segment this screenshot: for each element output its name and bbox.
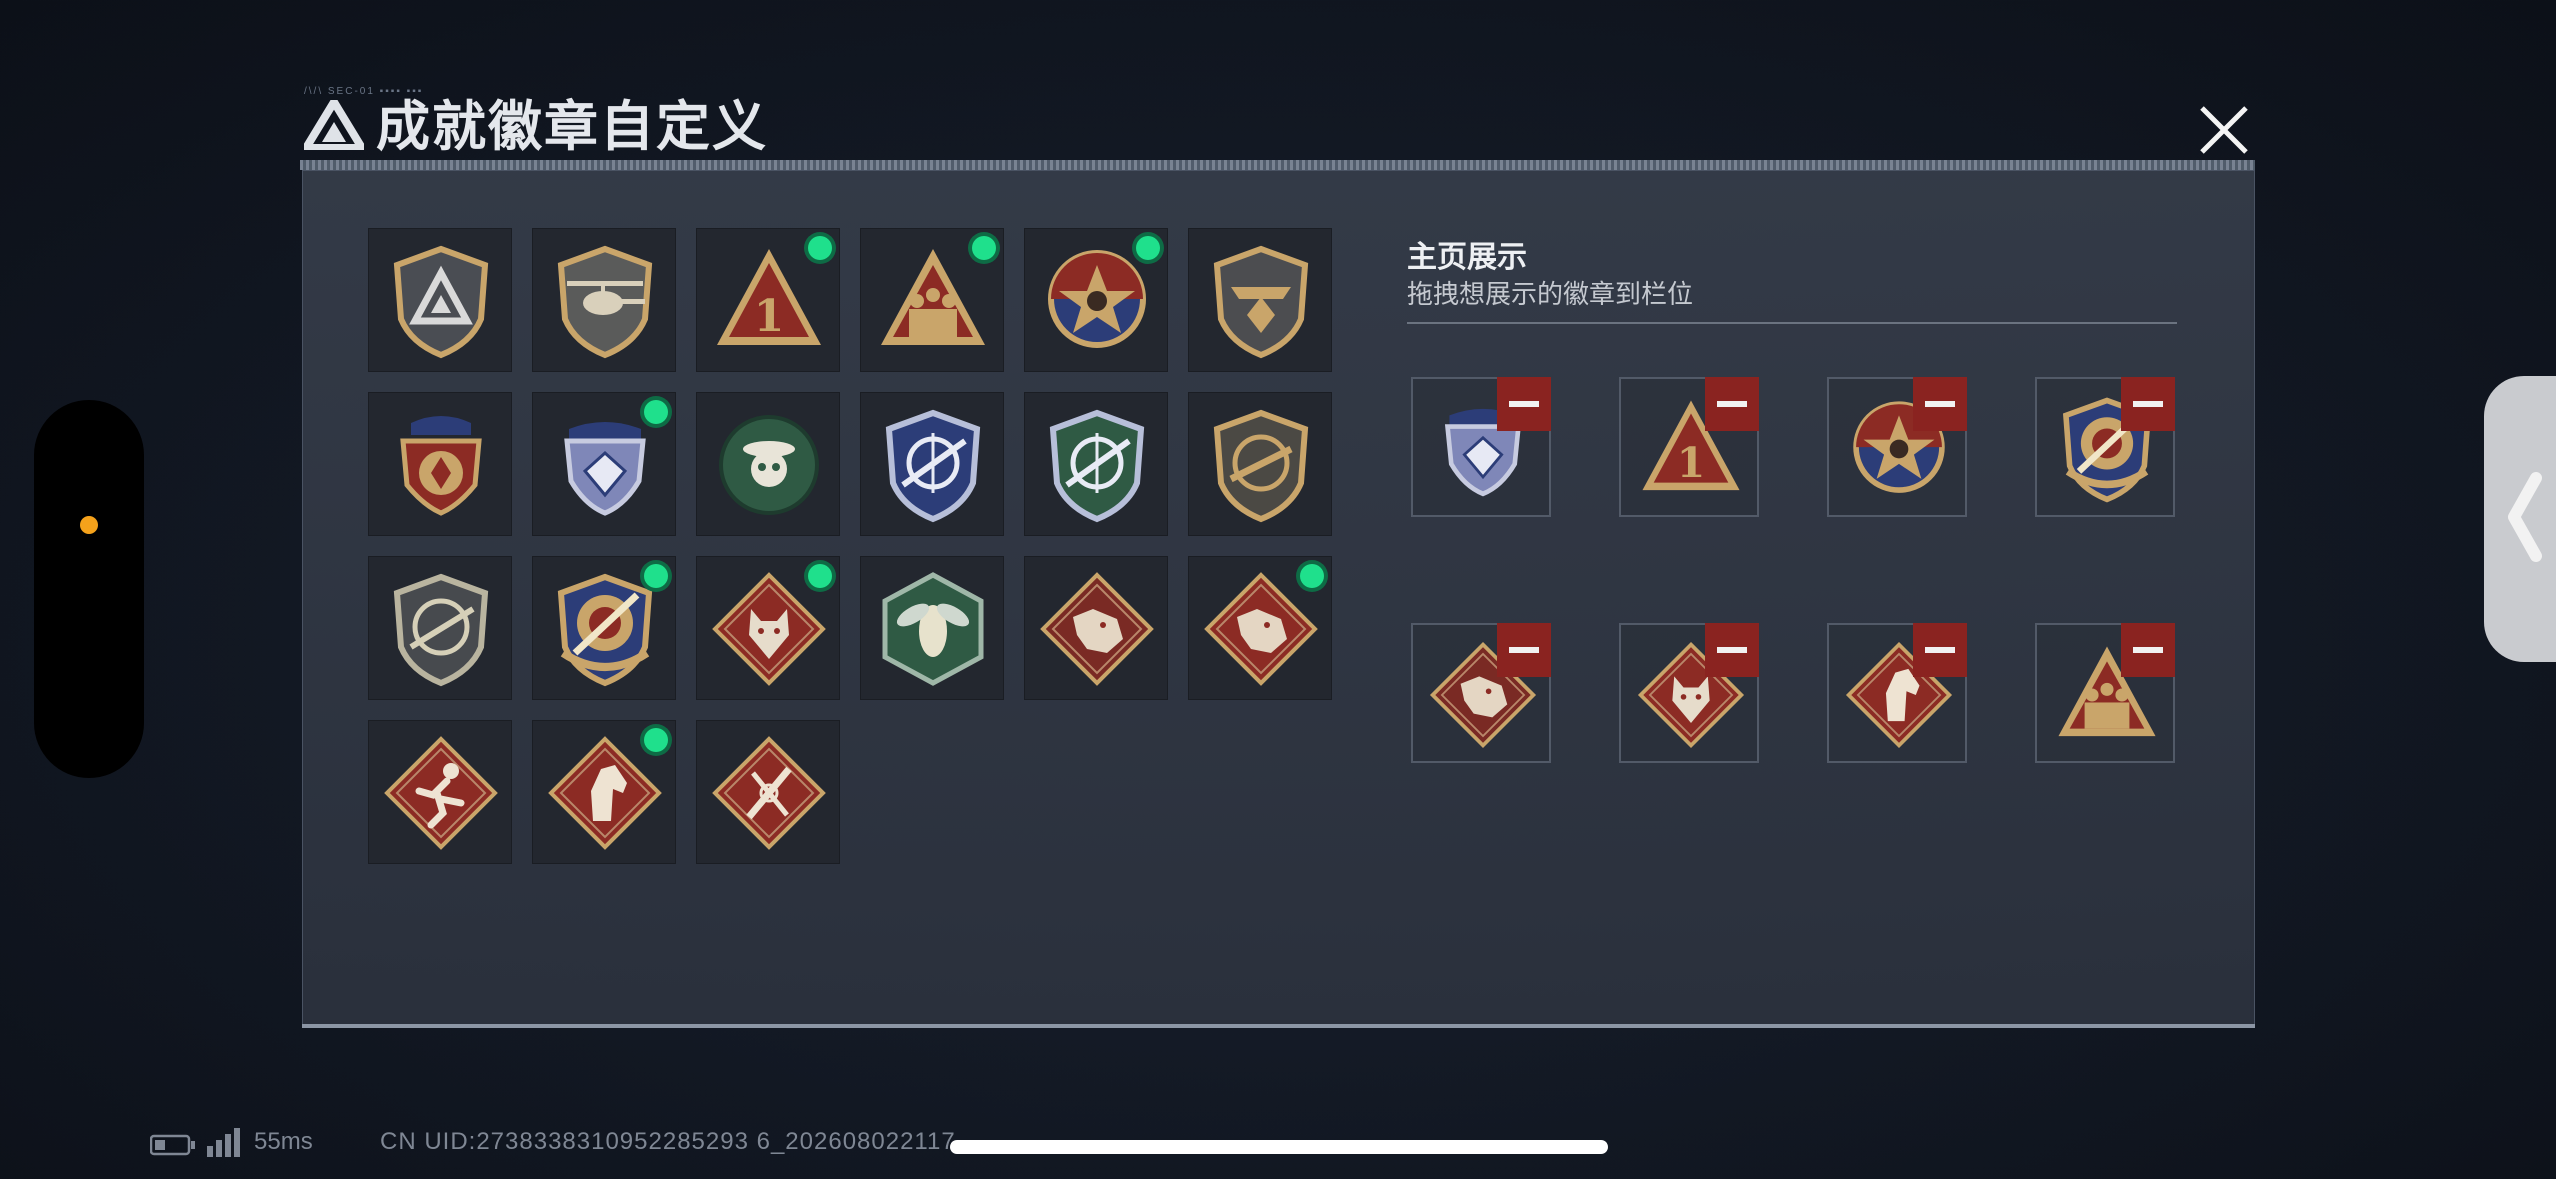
badge-cell[interactable] xyxy=(532,556,676,700)
new-badge-indicator xyxy=(808,236,832,260)
badge-cell[interactable] xyxy=(1024,392,1168,536)
rifle-crosshair-plain-badge-icon xyxy=(393,573,489,687)
remove-badge-button[interactable] xyxy=(1497,377,1551,431)
remove-badge-button[interactable] xyxy=(1913,623,1967,677)
badge-cell[interactable] xyxy=(860,556,1004,700)
badge-cell[interactable] xyxy=(860,392,1004,536)
showcase-slot[interactable] xyxy=(2035,377,2175,517)
header-divider xyxy=(300,160,2255,170)
crossed-tools-diamond-badge-icon xyxy=(712,736,826,850)
new-badge-indicator xyxy=(644,728,668,752)
new-badge-indicator xyxy=(808,564,832,588)
star-skull-medal-badge-icon xyxy=(1048,250,1146,348)
page-title: 成就徽章自定义 xyxy=(376,95,768,158)
showcase-title: 主页展示 xyxy=(1407,241,1527,274)
gold-target-missile-badge-icon xyxy=(557,573,653,687)
sniper-crosshair-green-badge-icon xyxy=(1049,409,1145,523)
header: 成就徽章自定义 xyxy=(300,88,2255,168)
dragon-diamond-red-badge-icon xyxy=(1204,572,1318,686)
badge-cell[interactable] xyxy=(368,556,512,700)
badge-cell[interactable] xyxy=(368,228,512,372)
battery-icon xyxy=(150,1134,195,1156)
horse-diamond-badge-icon xyxy=(548,736,662,850)
winged-shield-badge-icon xyxy=(1213,245,1309,359)
green-skull-hat-badge-icon xyxy=(719,415,819,515)
home-indicator[interactable] xyxy=(950,1140,1608,1154)
soldiers-triangle-badge-icon xyxy=(881,249,985,345)
badge-cell[interactable] xyxy=(532,720,676,864)
blue-diamond-crest-badge-icon xyxy=(564,422,646,516)
badge-cell[interactable] xyxy=(1024,556,1168,700)
showcase-subtitle: 拖拽想展示的徽章到栏位 xyxy=(1407,279,1694,309)
remove-badge-button[interactable] xyxy=(1705,623,1759,677)
showcase-divider xyxy=(1407,322,2177,324)
showcase-slot[interactable] xyxy=(1411,377,1551,517)
sniper-crosshair-blue-badge-icon xyxy=(885,409,981,523)
new-badge-indicator xyxy=(1136,236,1160,260)
hornet-hexagon-badge-icon xyxy=(882,572,984,686)
chevron-left-icon xyxy=(2508,472,2542,562)
number-one-triangle-badge-icon: 1 xyxy=(717,249,821,345)
status-dot xyxy=(80,516,98,534)
panel-bottom-edge xyxy=(302,1024,2255,1028)
laurel-crest-badge-icon xyxy=(400,416,482,516)
new-badge-indicator xyxy=(972,236,996,260)
uid-text: CN UID:2738338310952285293 6_20260802211… xyxy=(380,1128,956,1155)
showcase-slot[interactable] xyxy=(1827,377,1967,517)
remove-badge-button[interactable] xyxy=(2121,623,2175,677)
showcase-slot[interactable] xyxy=(1411,623,1551,763)
badge-cell[interactable] xyxy=(696,392,840,536)
badge-cell[interactable] xyxy=(1188,228,1332,372)
badge-cell[interactable] xyxy=(368,392,512,536)
badge-cell[interactable] xyxy=(1024,228,1168,372)
showcase-slot[interactable] xyxy=(1619,623,1759,763)
rifle-crosshair-gold-badge-icon xyxy=(1213,409,1309,523)
badge-cell[interactable] xyxy=(860,228,1004,372)
badge-cell[interactable]: 1 xyxy=(696,228,840,372)
new-badge-indicator xyxy=(644,400,668,424)
badge-cell[interactable] xyxy=(1188,392,1332,536)
triangle-logo-icon xyxy=(304,100,364,150)
remove-badge-button[interactable] xyxy=(1913,377,1967,431)
badge-cell[interactable] xyxy=(532,228,676,372)
badge-cell[interactable] xyxy=(1188,556,1332,700)
close-icon[interactable] xyxy=(2196,102,2252,158)
triangle-logo-shield-badge-icon xyxy=(393,245,489,359)
ping-text: 55ms xyxy=(254,1128,313,1155)
side-pill xyxy=(34,400,144,778)
new-badge-indicator xyxy=(1300,564,1324,588)
runner-diamond-badge-icon xyxy=(384,736,498,850)
svg-text:1: 1 xyxy=(1677,438,1706,487)
expand-side-tab[interactable] xyxy=(2484,376,2556,662)
svg-text:1: 1 xyxy=(754,291,785,342)
badge-cell[interactable] xyxy=(532,392,676,536)
wolf-diamond-badge-icon xyxy=(712,572,826,686)
helicopter-shield-badge-icon xyxy=(557,245,653,359)
showcase-slot[interactable] xyxy=(2035,623,2175,763)
showcase-slot[interactable] xyxy=(1827,623,1967,763)
showcase-slot[interactable]: 1 xyxy=(1619,377,1759,517)
signal-icon xyxy=(207,1128,240,1157)
badge-cell[interactable] xyxy=(696,556,840,700)
badge-cell[interactable] xyxy=(696,720,840,864)
remove-badge-button[interactable] xyxy=(1497,623,1551,677)
remove-badge-button[interactable] xyxy=(2121,377,2175,431)
dragon-diamond-badge-icon xyxy=(1040,572,1154,686)
new-badge-indicator xyxy=(644,564,668,588)
badge-cell[interactable] xyxy=(368,720,512,864)
remove-badge-button[interactable] xyxy=(1705,377,1759,431)
